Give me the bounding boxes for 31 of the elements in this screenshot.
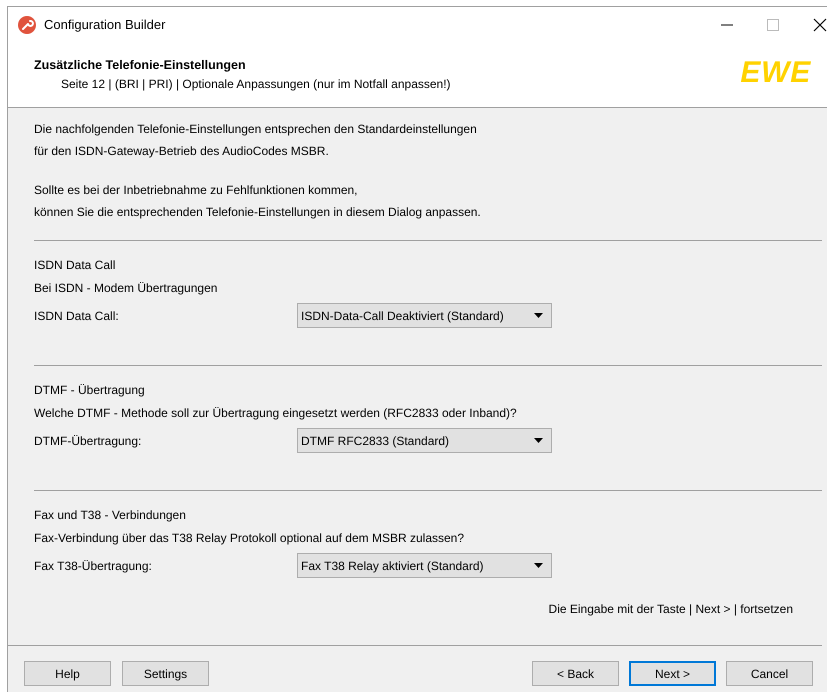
section-heading: Fax und T38 - Verbindungen — [34, 507, 187, 523]
section-heading: DTMF - Übertragung — [34, 382, 146, 398]
dropdown[interactable]: DTMF RFC2833 (Standard) — [297, 428, 552, 453]
dialog-button[interactable]: < Back — [532, 661, 619, 686]
dialog-button[interactable]: Help — [24, 661, 111, 686]
dialog-button[interactable]: Cancel — [726, 661, 813, 686]
field-label: Fax T38-Übertragung: — [34, 558, 153, 574]
dialog-button[interactable]: Settings — [122, 661, 209, 686]
section-description: Bei ISDN - Modem Übertragungen — [34, 280, 218, 296]
section-description: Fax-Verbindung über das T38 Relay Protokoll optional auf dem MSBR zulassen? — [34, 530, 466, 546]
section-heading: ISDN Data Call — [34, 257, 116, 273]
section-description: Welche DTMF - Methode soll zur Übertragung eingesetzt werden (RFC2833 oder Inband)? — [34, 405, 518, 421]
logo: EWE — [740, 57, 812, 89]
dropdown[interactable]: ISDN-Data-Call Deaktiviert (Standard) — [297, 303, 552, 328]
body-text: Die nachfolgenden Telefonie-Einstellungen entsprechen den Standardeinstellungen — [34, 121, 478, 137]
app-icon — [18, 16, 36, 34]
field-label: DTMF-Übertragung: — [34, 432, 142, 450]
body-text: Sollte es bei der Inbetriebnahme zu Fehlfunktionen kommen, — [34, 182, 359, 198]
caret-icon — [534, 313, 543, 318]
close-icon[interactable] — [813, 18, 827, 32]
hint-text: Die Eingabe mit der Taste | Next > | fortsetzen — [548, 601, 793, 618]
caret-icon — [534, 438, 543, 443]
body-text: können Sie die entsprechenden Telefonie-Einstellungen in diesem Dialog anpassen. — [34, 204, 482, 220]
page-subtitle: Seite 12 | (BRI | PRI) | Optionale Anpassungen (nur im Notfall anpassen!) — [60, 76, 451, 93]
page-title: Zusätzliche Telefonie-Einstellungen — [34, 57, 247, 74]
dropdown[interactable]: Fax T38 Relay aktiviert (Standard) — [297, 553, 552, 578]
body-text: für den ISDN-Gateway-Betrieb des AudioCodes MSBR. — [34, 143, 330, 159]
caret-icon — [534, 563, 543, 568]
field-label: ISDN Data Call: — [34, 308, 120, 324]
dialog-button[interactable]: Next > — [629, 661, 716, 686]
window-title: Configuration Builder — [44, 16, 166, 34]
